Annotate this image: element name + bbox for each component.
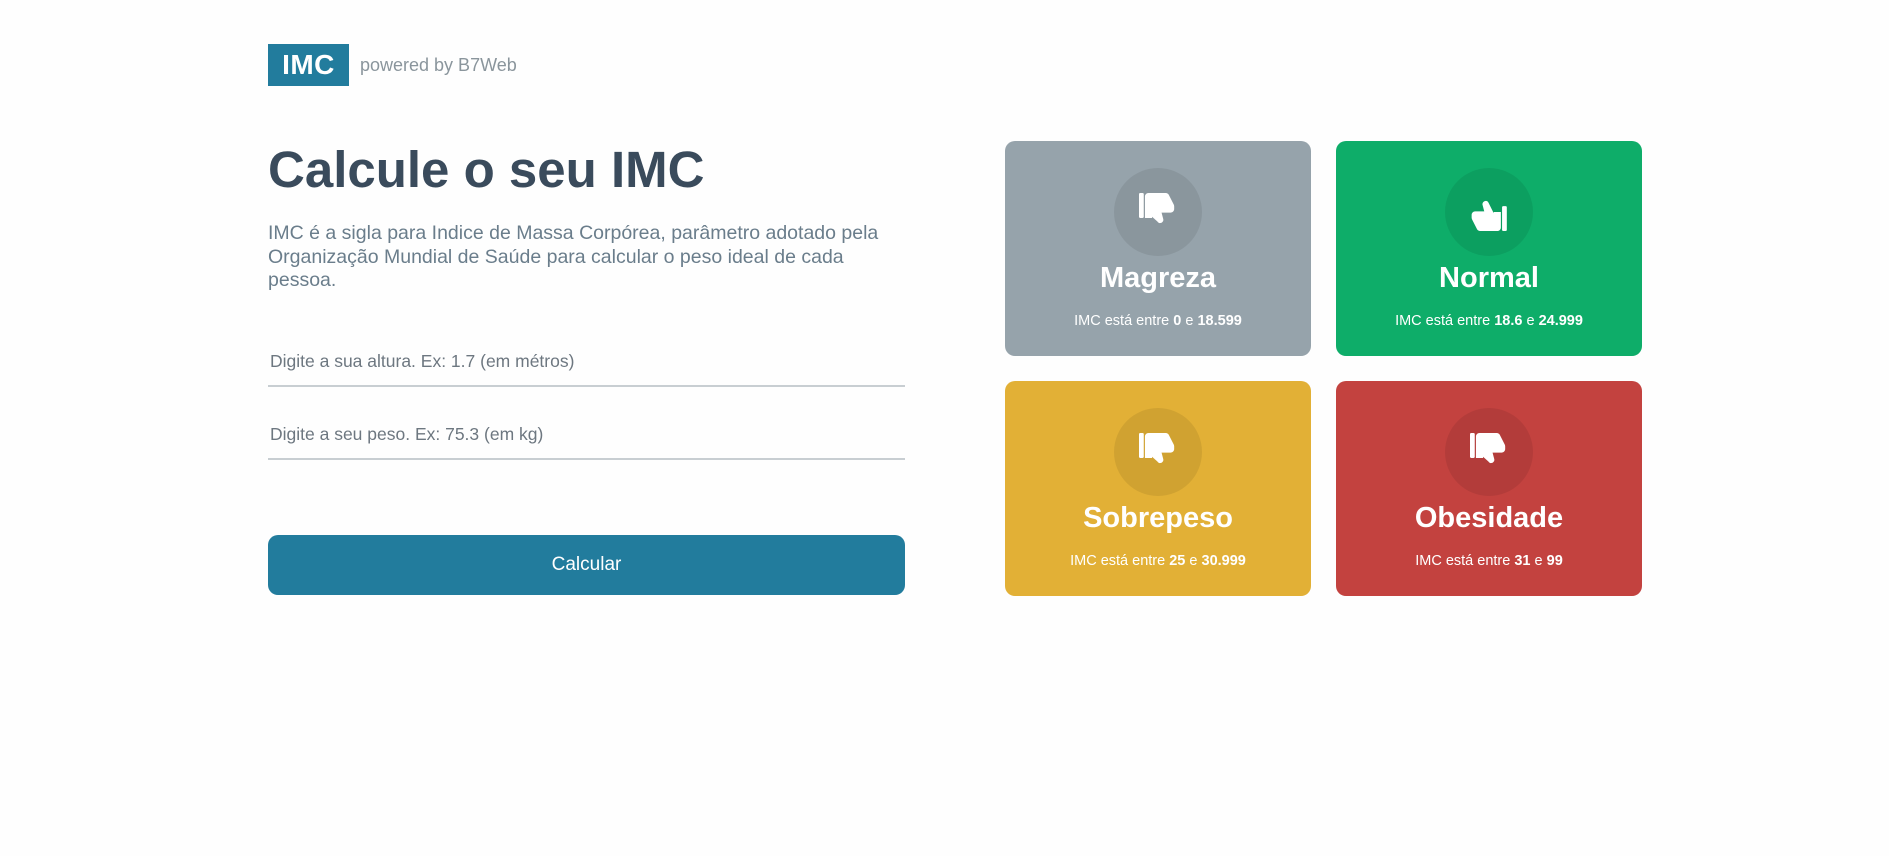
level-range: IMC está entre 25 e 30.999 [1070, 553, 1246, 569]
logo: IMC [268, 44, 349, 86]
thumbs-down-icon [1114, 168, 1202, 256]
weight-input[interactable] [268, 410, 905, 460]
page-title: Calcule o seu IMC [268, 141, 705, 198]
level-range: IMC está entre 18.6 e 24.999 [1395, 313, 1583, 329]
imc-levels-grid: Magreza IMC está entre 0 e 18.599 Normal… [1005, 141, 1643, 596]
level-card-normal: Normal IMC está entre 18.6 e 24.999 [1336, 141, 1642, 356]
level-card-magreza: Magreza IMC está entre 0 e 18.599 [1005, 141, 1311, 356]
page-description: IMC é a sigla para Indice de Massa Corpó… [268, 222, 879, 291]
level-title: Obesidade [1414, 502, 1564, 534]
thumbs-down-icon [1445, 408, 1533, 496]
thumbs-down-icon [1114, 408, 1202, 496]
level-card-obesidade: Obesidade IMC está entre 31 e 99 [1336, 381, 1642, 596]
calculator-panel: Calcule o seu IMC IMC é a sigla para Ind… [268, 140, 905, 595]
level-title: Normal [1439, 262, 1539, 294]
thumbs-up-icon [1445, 168, 1533, 256]
level-range: IMC está entre 31 e 99 [1415, 553, 1563, 569]
level-card-sobrepeso: Sobrepeso IMC está entre 25 e 30.999 [1005, 381, 1311, 596]
calculate-button[interactable]: Calcular [268, 535, 905, 595]
header: IMC powered by B7Web [268, 44, 517, 86]
height-input[interactable] [268, 337, 905, 387]
level-range: IMC está entre 0 e 18.599 [1074, 313, 1242, 329]
level-title: Magreza [1099, 262, 1217, 294]
level-title: Sobrepeso [1083, 502, 1233, 534]
powered-by-text: powered by B7Web [360, 54, 517, 75]
